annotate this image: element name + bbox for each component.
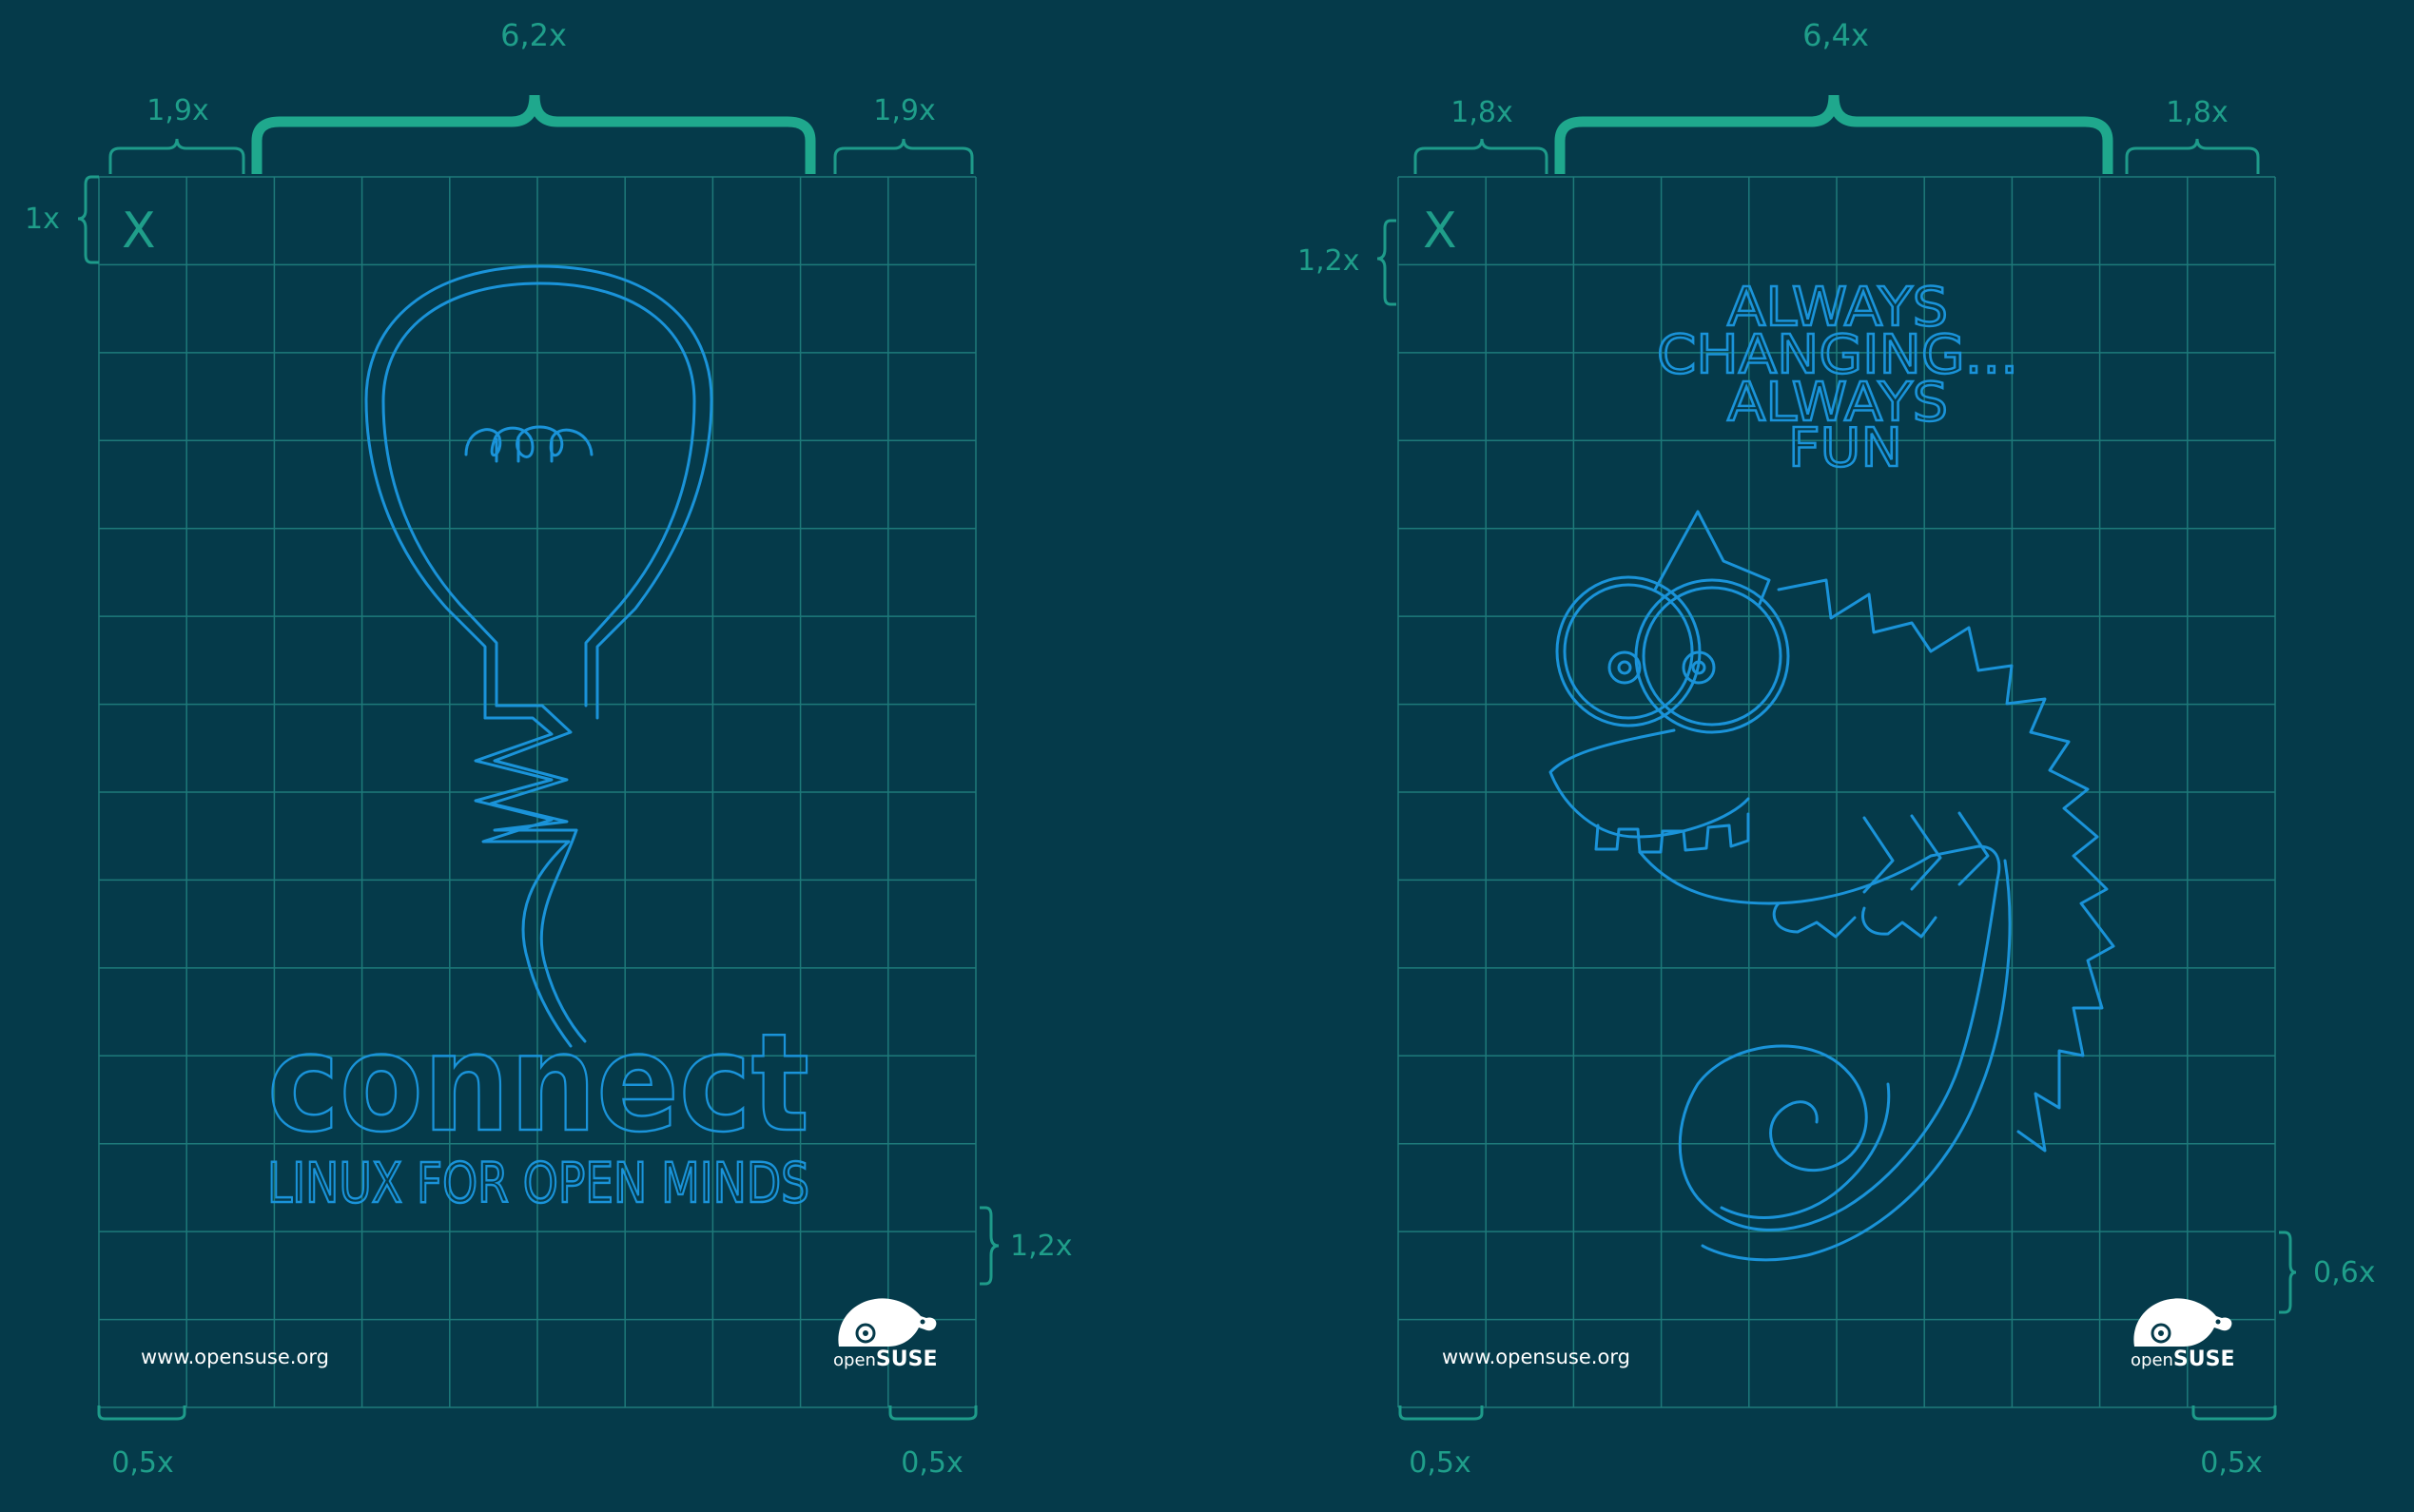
left-tagline: LINUX FOR OPEN MINDS xyxy=(267,1151,809,1215)
left-side-bottom-brace xyxy=(980,1206,1000,1286)
left-x-marker: X xyxy=(122,203,156,260)
right-top-center-width-label: 6,4x xyxy=(1802,17,1869,53)
svg-text:openSUSE: openSUSE xyxy=(833,1347,938,1371)
left-top-right-brace xyxy=(833,138,974,174)
left-bottom-left-margin-label: 0,5x xyxy=(111,1446,173,1480)
right-logo-bold-text: SUSE xyxy=(2173,1347,2235,1371)
chameleon-mascot-icon xyxy=(1548,510,2115,1262)
left-top-braces xyxy=(108,94,974,174)
left-top-right-margin-label: 1,9x xyxy=(873,94,935,127)
left-poster: 1,9x 6,2x 1,9x 1x 1,2x 0,5x 0,5x X conne… xyxy=(25,17,1072,1480)
left-top-center-width-label: 6,2x xyxy=(500,17,567,53)
left-side-top-margin-label: 1x xyxy=(25,203,60,236)
left-logo-bold-text: SUSE xyxy=(876,1347,938,1371)
svg-text:openSUSE: openSUSE xyxy=(2131,1347,2235,1371)
right-x-marker: X xyxy=(1423,203,1457,260)
right-headline: ALWAYS CHANGING... ALWAYS FUN xyxy=(1656,276,2020,481)
right-side-bottom-brace xyxy=(2279,1231,2297,1314)
right-logo-light-text: open xyxy=(2131,1350,2173,1370)
left-url: www.opensuse.org xyxy=(141,1346,329,1368)
right-bottom-right-margin-label: 0,5x xyxy=(2200,1446,2262,1480)
right-top-center-brace xyxy=(1554,94,2113,174)
chameleon-logo-icon xyxy=(836,1296,938,1348)
lightbulb-icon xyxy=(364,264,713,1048)
left-poster-grid xyxy=(98,176,977,1408)
poster-guidelines-diagram: 1,9x 6,2x 1,9x 1x 1,2x 0,5x 0,5x X conne… xyxy=(25,17,2375,1480)
right-opensuse-logo: openSUSE xyxy=(2131,1296,2235,1371)
left-top-center-brace xyxy=(251,94,816,174)
left-top-left-brace xyxy=(108,138,245,174)
left-logo-light-text: open xyxy=(833,1350,876,1370)
left-opensuse-logo: openSUSE xyxy=(833,1296,938,1371)
left-bottom-right-margin-label: 0,5x xyxy=(901,1446,963,1480)
right-top-left-margin-label: 1,8x xyxy=(1450,96,1512,129)
right-headline-line-4: FUN xyxy=(1788,417,1902,479)
left-top-left-margin-label: 1,9x xyxy=(146,94,208,127)
left-side-bottom-margin-label: 1,2x xyxy=(1010,1230,1072,1263)
left-headline: connect xyxy=(267,1005,809,1162)
right-side-bottom-margin-label: 0,6x xyxy=(2313,1256,2375,1289)
right-top-right-margin-label: 1,8x xyxy=(2166,96,2228,129)
right-top-left-brace xyxy=(1413,138,1548,174)
right-top-right-brace xyxy=(2125,138,2260,174)
right-bottom-left-margin-label: 0,5x xyxy=(1409,1446,1470,1480)
chameleon-logo-icon xyxy=(2132,1296,2233,1348)
right-top-braces xyxy=(1413,94,2260,174)
right-poster: 1,8x 6,4x 1,8x 1,2x 0,6x 0,5x 0,5x X ALW… xyxy=(1297,17,2375,1480)
left-side-top-brace xyxy=(77,175,99,264)
right-side-top-margin-label: 1,2x xyxy=(1297,244,1359,278)
right-side-top-brace xyxy=(1376,219,1396,306)
right-url: www.opensuse.org xyxy=(1442,1346,1630,1368)
